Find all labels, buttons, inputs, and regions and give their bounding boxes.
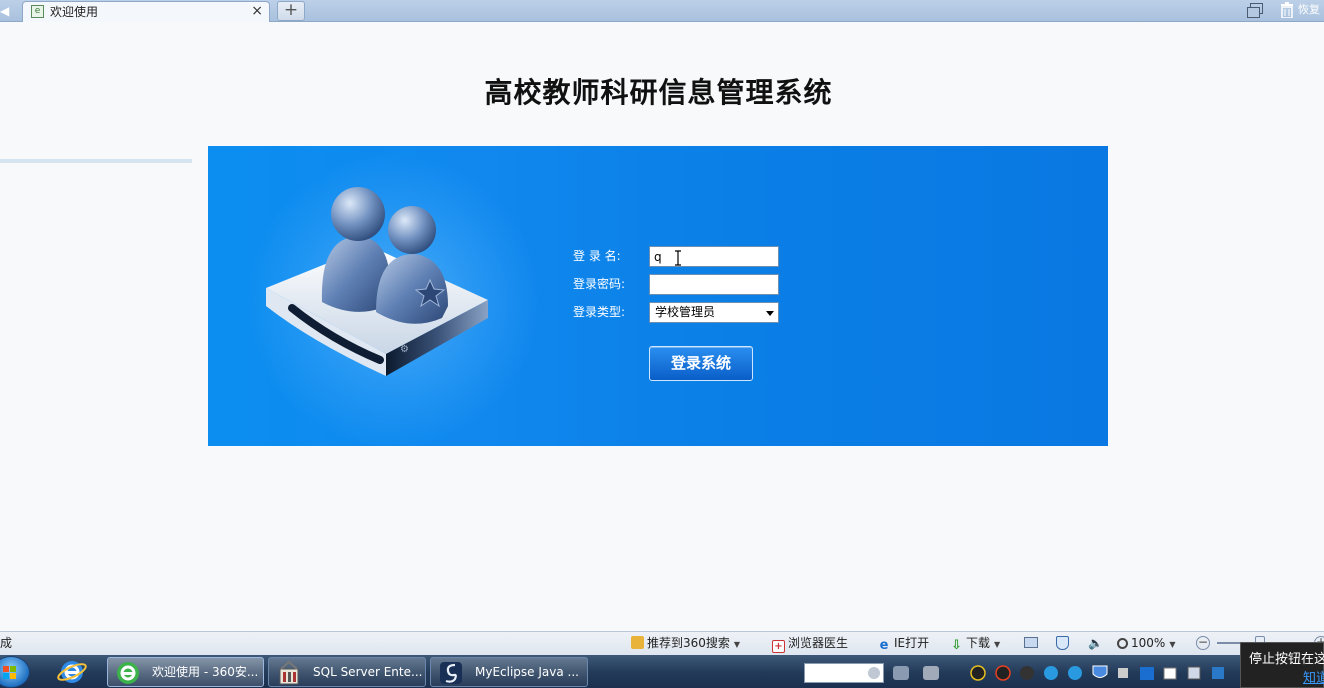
status-text: 成	[0, 636, 13, 650]
page-content: 高校教师科研信息管理系统 ⚙ 登 录 名: q 登录密码: 登录类型: 学校管理…	[0, 23, 1324, 631]
decorative-stripe	[0, 159, 192, 163]
recommend-360-button[interactable]: 推荐到360搜索 ▼	[631, 636, 740, 652]
browser-status-bar: 成 推荐到360搜索 ▼ + 浏览器医生 e IE打开 ⇩ 下载 ▼ 🔈 100% ▼ − …	[0, 631, 1324, 655]
tooltip-link[interactable]: 知道	[1303, 670, 1324, 687]
shield-icon[interactable]	[1056, 636, 1069, 650]
new-tab-button[interactable]: +	[277, 1, 305, 21]
page-title: 高校教师科研信息管理系统	[484, 76, 833, 109]
zoom-out-icon[interactable]: −	[1196, 636, 1210, 650]
password-label: 登录密码:	[573, 277, 626, 291]
myeclipse-icon	[440, 662, 462, 684]
trash-icon[interactable]	[1280, 2, 1294, 18]
login-type-selected-value: 学校管理员	[655, 305, 716, 319]
login-type-select[interactable]: 学校管理员	[649, 302, 779, 323]
zoom-level: 100%	[1131, 636, 1166, 650]
login-panel: ⚙ 登 录 名: 登录密码: 登录类型: 学校管理员 登录系统	[208, 146, 1108, 446]
login-submit-button[interactable]: 登录系统	[649, 346, 753, 381]
sql-server-icon	[279, 661, 299, 685]
login-type-label: 登录类型:	[573, 305, 626, 319]
taskbar-item-label: 欢迎使用 - 360安...	[152, 665, 259, 679]
ie-open-label: IE打开	[894, 636, 930, 650]
browser-tab-welcome[interactable]: e 欢迎使用 ×	[22, 1, 270, 22]
thumbs-up-icon	[631, 636, 644, 649]
caret-down-icon: ▼	[1169, 640, 1176, 649]
windows-taskbar: 欢迎使用 - 360安... SQL Server Ente... MyEcli…	[0, 655, 1324, 688]
taskbar-search-input[interactable]	[804, 663, 884, 683]
username-input[interactable]	[649, 246, 779, 267]
download-button[interactable]: ⇩ 下载 ▼	[950, 636, 1000, 652]
browser-doctor-label: 浏览器医生	[788, 636, 849, 650]
ie-icon: e	[879, 638, 889, 653]
internet-explorer-icon[interactable]	[56, 658, 88, 686]
text-cursor-icon	[675, 250, 681, 266]
back-arrow-icon[interactable]: ◀	[0, 3, 12, 19]
ie-open-button[interactable]: e IE打开	[877, 636, 930, 653]
magnifier-icon	[1117, 638, 1128, 649]
window-mode-icon[interactable]	[1024, 637, 1038, 648]
svg-text:⚙: ⚙	[400, 344, 409, 355]
username-label: 登 录 名:	[573, 249, 621, 263]
taskbar-item-sql-server[interactable]: SQL Server Ente...	[268, 657, 426, 687]
taskbar-item-myeclipse[interactable]: MyEclipse Java ...	[430, 657, 588, 687]
download-arrow-icon: ⇩	[951, 638, 962, 653]
browser-360-icon	[117, 662, 139, 684]
start-button[interactable]	[0, 656, 30, 688]
windows-logo-icon	[3, 666, 16, 679]
keyboard-icon[interactable]	[893, 666, 909, 680]
tab-close-icon[interactable]: ×	[251, 3, 263, 19]
medical-kit-icon: +	[772, 640, 785, 653]
dropdown-arrow-icon	[766, 311, 774, 316]
download-label: 下载	[966, 636, 991, 650]
caret-down-icon: ▼	[733, 640, 741, 649]
system-tray-icons[interactable]	[970, 665, 1240, 681]
tab-title: 欢迎使用	[50, 5, 99, 19]
zoom-control[interactable]: 100% ▼	[1117, 636, 1175, 652]
speaker-icon[interactable]: 🔈	[1088, 636, 1104, 650]
tooltip-popup: 停止按钮在这 知道	[1240, 642, 1324, 688]
taskbar-item-label: MyEclipse Java ...	[475, 665, 579, 679]
browser-doctor-button[interactable]: + 浏览器医生	[772, 636, 848, 653]
page-favicon-icon: e	[31, 5, 44, 18]
search-icon[interactable]	[868, 667, 880, 679]
input-method-icon[interactable]	[923, 666, 939, 680]
tooltip-text: 停止按钮在这	[1249, 652, 1324, 667]
taskbar-item-browser[interactable]: 欢迎使用 - 360安...	[107, 657, 264, 687]
password-input[interactable]	[649, 274, 779, 295]
users-illustration-icon: ⚙	[266, 187, 488, 376]
caret-down-icon: ▼	[994, 640, 1001, 649]
browser-tab-strip: ◀ e 欢迎使用 × + 恢复	[0, 0, 1324, 22]
restore-window-icon[interactable]	[1247, 3, 1263, 18]
taskbar-item-label: SQL Server Ente...	[313, 665, 423, 679]
recommend-360-label: 推荐到360搜索	[647, 636, 730, 650]
restore-closed-tabs-label[interactable]: 恢复	[1298, 3, 1320, 17]
